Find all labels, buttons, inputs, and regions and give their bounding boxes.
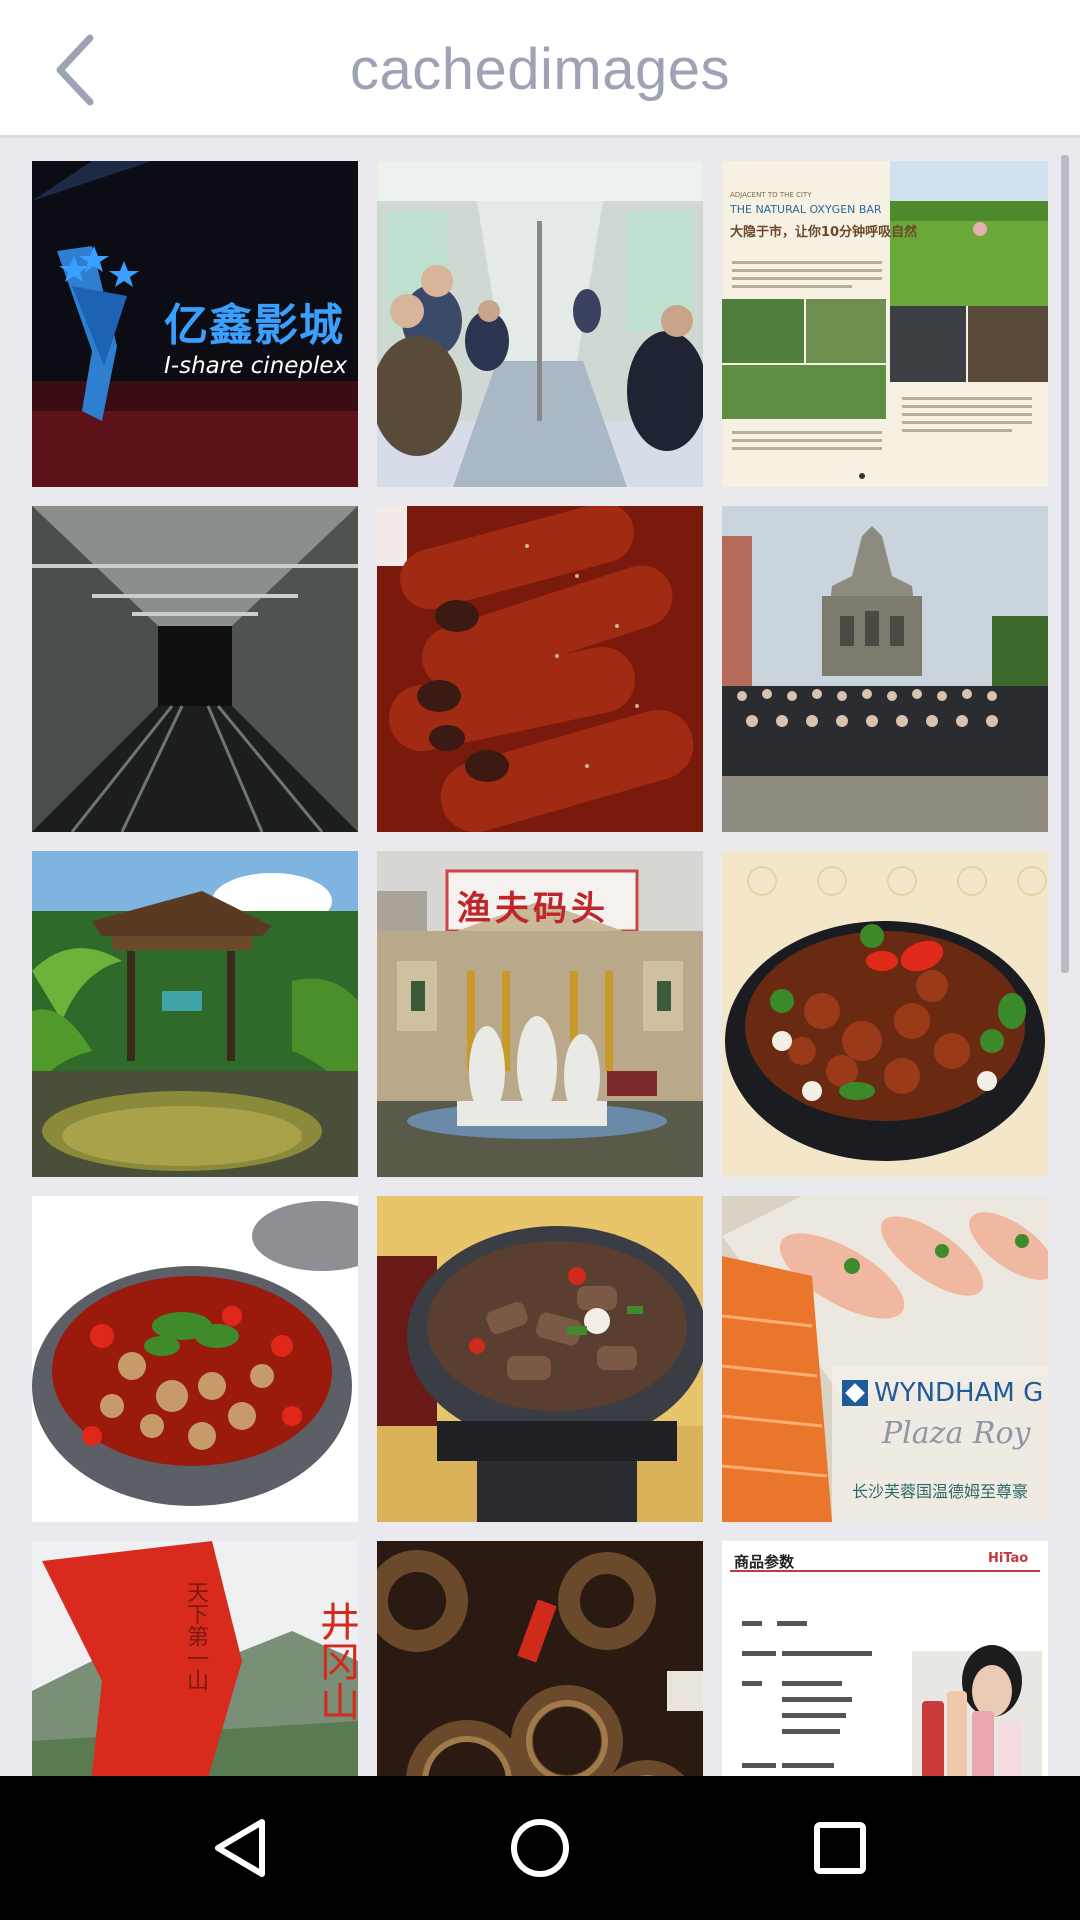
elevator-shaft-image[interactable] (32, 506, 358, 832)
cinema-logo-en-text: I-share cineplex (164, 353, 348, 379)
garden-pavilion-image[interactable] (32, 851, 358, 1177)
braised-beef-wok-image[interactable] (377, 1196, 703, 1522)
wyndham-brand-text: WYNDHAM G (874, 1378, 1044, 1408)
square-recents-icon (814, 1822, 866, 1874)
spec-sheet-brand: HiTao (988, 1551, 1029, 1566)
nav-home-button[interactable] (490, 1798, 590, 1898)
brochure-heading-large: THE NATURAL OXYGEN BAR (730, 203, 882, 216)
building-sign-text: 渔夫码头 (457, 889, 609, 929)
nav-recents-button[interactable] (790, 1798, 890, 1898)
scrollbar[interactable] (1061, 155, 1069, 973)
braised-eel-image[interactable] (377, 1541, 703, 1776)
subway-car-image[interactable] (377, 161, 703, 487)
system-nav-bar (0, 1776, 1080, 1920)
image-grid: 亿鑫影城 I-share cineplex ADJACENT TO THE CI… (32, 161, 1048, 1776)
jinggangshan-vertical-text: 井冈山 (313, 1601, 358, 1721)
nav-back-button[interactable] (190, 1798, 290, 1898)
oxygen-bar-brochure-image[interactable]: ADJACENT TO THE CITY THE NATURAL OXYGEN … (722, 161, 1048, 487)
wyndham-script-text: Plaza Roy (882, 1416, 1031, 1451)
cinema-logo-image[interactable]: 亿鑫影城 I-share cineplex (32, 161, 358, 487)
spec-sheet-title: 商品参数 (734, 1553, 795, 1571)
jinggangshan-monument-image[interactable]: 井冈山 天下第一山 (32, 1541, 358, 1776)
church-ruins-group-image[interactable] (722, 506, 1048, 832)
glazed-ribs-image[interactable] (377, 506, 703, 832)
app-bar: cachedimages (0, 0, 1080, 138)
sashimi-wyndham-image[interactable]: WYNDHAM G Plaza Roy 长沙芙蓉国温德姆至尊豪 (722, 1196, 1048, 1522)
page-title: cachedimages (350, 37, 730, 102)
brochure-heading-cn: 大隐于市，让你10分钟呼吸自然 (730, 225, 918, 240)
wyndham-cn-text: 长沙芙蓉国温德姆至尊豪 (852, 1482, 1029, 1501)
image-grid-container[interactable]: 亿鑫影城 I-share cineplex ADJACENT TO THE CI… (0, 141, 1080, 1776)
spicy-chicken-wok-image[interactable] (722, 851, 1048, 1177)
triangle-back-icon (215, 1819, 265, 1877)
circle-home-icon (511, 1819, 569, 1877)
brochure-heading-small: ADJACENT TO THE CITY (730, 191, 812, 199)
cinema-logo-cn-text: 亿鑫影城 (164, 300, 344, 351)
product-spec-sheet-image[interactable]: 商品参数 HiTao (722, 1541, 1048, 1776)
historic-building-statues-image[interactable]: 渔夫码头 (377, 851, 703, 1177)
monument-inscription-text: 天下第一山 (183, 1581, 208, 1691)
chili-hotpot-image[interactable] (32, 1196, 358, 1522)
